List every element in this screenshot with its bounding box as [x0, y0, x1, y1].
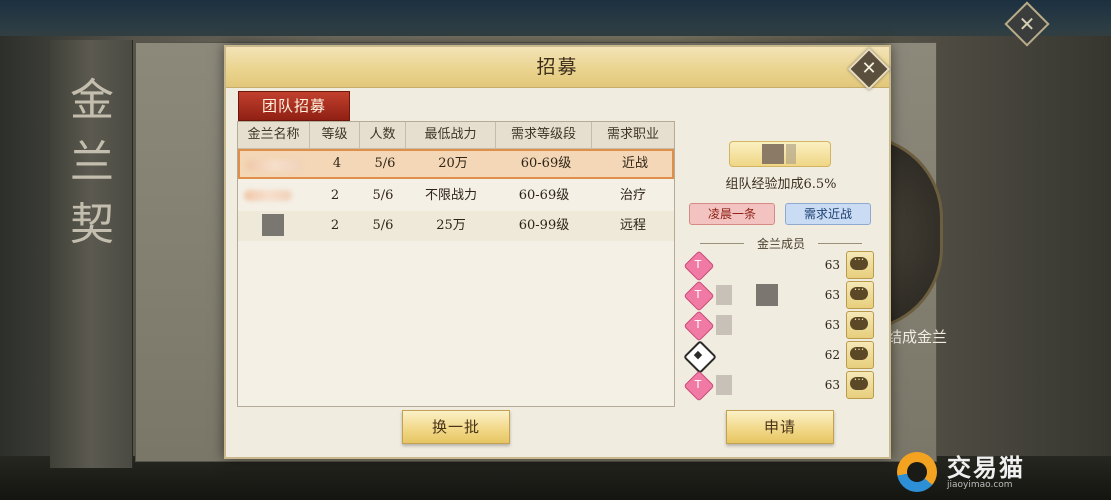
- close-icon: ✕: [1018, 12, 1036, 36]
- member-item: T 63: [683, 280, 874, 312]
- member-level: 63: [824, 318, 840, 332]
- table-row[interactable]: 2 5/6 不限战力 60-69级 治疗: [238, 181, 674, 211]
- row-min-power: 20万: [438, 156, 468, 171]
- exp-bonus-text: 组队经验加成6.5%: [725, 177, 837, 192]
- chat-bubble-icon: [850, 313, 868, 330]
- member-item: ◆ 62: [683, 340, 874, 374]
- watermark: 交易猫 jiaoyimao.com: [895, 448, 1110, 498]
- col-header-members: 人数: [360, 122, 406, 148]
- row-class: 远程: [619, 218, 646, 233]
- row-members: 5/6: [372, 188, 394, 203]
- member-name-hidden: [716, 375, 732, 395]
- member-level: 63: [824, 288, 840, 302]
- guild-badge: [729, 141, 831, 167]
- tab-team-recruit[interactable]: 团队招募: [238, 91, 350, 121]
- col-header-class: 需求职业: [606, 127, 659, 142]
- chat-button[interactable]: [846, 281, 874, 309]
- guild-name-hidden: [246, 160, 302, 171]
- chat-button[interactable]: [846, 311, 874, 339]
- watermark-logo-icon: [897, 452, 937, 492]
- row-class: 治疗: [619, 188, 646, 203]
- chat-bubble-icon: [850, 343, 868, 360]
- member-avatar-hidden: [756, 284, 778, 306]
- row-level-range: 60-69级: [518, 188, 570, 203]
- chat-button[interactable]: [846, 251, 874, 279]
- watermark-subtext: jiaoyimao.com: [947, 480, 1013, 490]
- row-level-range: 60-99级: [518, 218, 570, 233]
- row-class: 近战: [621, 156, 648, 171]
- recruit-dialog: 招募 ✕ 团队招募 金兰名称 等级 人数 最低战力 需求等级段 需求职业 4 5…: [224, 45, 891, 459]
- member-level: 62: [824, 348, 840, 362]
- row-members: 5/6: [372, 218, 394, 233]
- dialog-title: 招募: [536, 56, 579, 78]
- member-name-hidden: [716, 285, 732, 305]
- table-row[interactable]: 2 5/6 25万 60-99级 远程: [238, 211, 674, 241]
- row-level: 4: [332, 156, 342, 171]
- tag-blue: 需求近战: [785, 203, 871, 225]
- table-header: 金兰名称 等级 人数 最低战力 需求等级段 需求职业: [238, 122, 674, 149]
- member-level: 63: [824, 378, 840, 392]
- apply-button[interactable]: 申请: [726, 410, 834, 444]
- table-row[interactable]: 4 5/6 20万 60-69级 近战: [238, 149, 674, 179]
- member-item: T 63: [683, 310, 874, 342]
- guild-avatar-hidden: [262, 214, 284, 236]
- chat-bubble-icon: [850, 253, 868, 270]
- row-level: 2: [330, 218, 340, 233]
- member-name-hidden: [716, 315, 732, 335]
- member-item: T 63: [683, 370, 874, 402]
- tag-red: 凌晨一条: [689, 203, 775, 225]
- refresh-button[interactable]: 换一批: [402, 410, 510, 444]
- guild-emblem-hidden: [762, 144, 784, 164]
- row-level: 2: [330, 188, 340, 203]
- close-icon: ✕: [861, 58, 877, 79]
- chat-bubble-icon: [850, 373, 868, 390]
- row-min-power: 25万: [436, 218, 466, 233]
- members-title: 金兰成员: [696, 235, 866, 252]
- row-level-range: 60-69级: [520, 156, 572, 171]
- side-title: 金兰契: [70, 75, 114, 250]
- chat-bubble-icon: [850, 283, 868, 300]
- recruit-list: 金兰名称 等级 人数 最低战力 需求等级段 需求职业 4 5/6 20万 60-…: [237, 121, 675, 407]
- member-level: 63: [824, 258, 840, 272]
- chat-button[interactable]: [846, 341, 874, 369]
- member-item: T 63: [683, 250, 874, 282]
- guild-emblem-hidden: [786, 144, 796, 164]
- guild-name-hidden: [244, 190, 292, 201]
- col-header-min-power: 最低战力: [406, 122, 496, 148]
- watermark-text: 交易猫: [947, 454, 1025, 482]
- row-min-power: 不限战力: [424, 188, 477, 203]
- col-header-name: 金兰名称: [238, 122, 310, 148]
- chat-button[interactable]: [846, 371, 874, 399]
- row-members: 5/6: [374, 156, 396, 171]
- col-header-level: 等级: [310, 122, 360, 148]
- col-header-level-range: 需求等级段: [496, 122, 592, 148]
